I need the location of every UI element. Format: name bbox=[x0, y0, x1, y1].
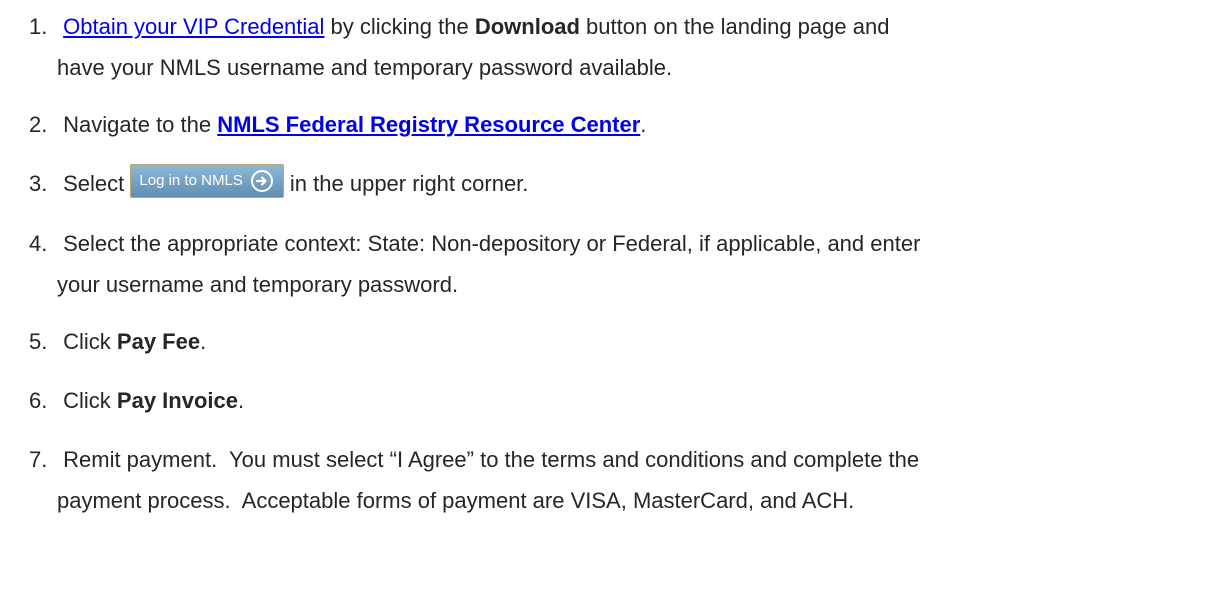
step-number: 7. bbox=[29, 447, 48, 472]
step-2: 2. Navigate to the NMLS Federal Registry… bbox=[29, 104, 646, 146]
step-1: 1. Obtain your VIP Credential by clickin… bbox=[29, 6, 889, 48]
pay-fee-label: Pay Fee bbox=[116, 329, 201, 354]
step-text: Select the appropriate context: State: N… bbox=[63, 231, 921, 256]
step-number: 3. bbox=[29, 171, 48, 196]
step-number: 5. bbox=[29, 329, 48, 354]
step-text: Click bbox=[63, 388, 117, 413]
step-text: Navigate to the bbox=[63, 112, 218, 137]
arrow-right-circle-icon bbox=[250, 170, 273, 193]
step-1-continuation: have your NMLS username and temporary pa… bbox=[57, 47, 672, 89]
step-text: Remit payment. You must select “I Agree”… bbox=[63, 447, 920, 472]
step-4: 4. Select the appropriate context: State… bbox=[29, 223, 920, 265]
step-number: 2. bbox=[29, 112, 48, 137]
step-6: 6. Click Pay Invoice. bbox=[29, 380, 244, 422]
step-text: button on the landing page and bbox=[579, 14, 890, 39]
step-text: . bbox=[200, 329, 207, 354]
step-text: your username and temporary password. bbox=[57, 272, 459, 297]
step-text: Click bbox=[63, 329, 117, 354]
step-7: 7. Remit payment. You must select “I Agr… bbox=[29, 439, 919, 481]
step-7-continuation: payment process. Acceptable forms of pay… bbox=[57, 480, 854, 522]
step-text: in the upper right corner. bbox=[289, 171, 529, 196]
step-text: . bbox=[237, 388, 245, 413]
step-3: 3. Select Log in to NMLS in the upper ri… bbox=[29, 163, 528, 205]
step-text: by clicking the bbox=[324, 14, 475, 39]
login-to-nmls-button[interactable]: Log in to NMLS bbox=[130, 164, 284, 199]
step-5: 5. Click Pay Fee. bbox=[29, 321, 206, 363]
step-number: 6. bbox=[29, 388, 48, 413]
login-button-label: Log in to NMLS bbox=[139, 172, 243, 190]
download-label: Download bbox=[474, 14, 580, 39]
resource-center-link[interactable]: NMLS Federal Registry Resource Center bbox=[217, 112, 640, 137]
pay-invoice-label: Pay Invoice bbox=[116, 388, 238, 413]
step-4-continuation: your username and temporary password. bbox=[57, 264, 458, 306]
step-text: payment process. Acceptable forms of pay… bbox=[57, 488, 855, 513]
step-number: 1. bbox=[29, 14, 48, 39]
step-text: . bbox=[640, 112, 647, 137]
step-text: have your NMLS username and temporary pa… bbox=[57, 55, 673, 80]
step-text: Select bbox=[63, 171, 125, 196]
step-number: 4. bbox=[29, 231, 48, 256]
vip-credential-link[interactable]: Obtain your VIP Credential bbox=[63, 14, 324, 39]
